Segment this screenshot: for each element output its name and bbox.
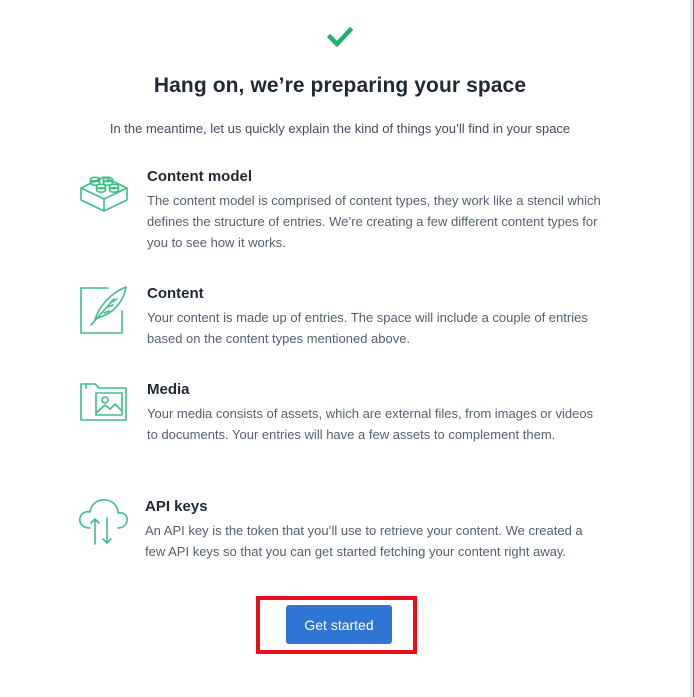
feature-description: Your content is made up of entries. The … bbox=[147, 310, 588, 346]
feather-icon bbox=[80, 286, 127, 334]
feature-text: Content model The content model is compr… bbox=[147, 168, 607, 253]
feature-description: An API key is the token that you’ll use … bbox=[145, 523, 583, 559]
feature-text: API keys An API key is the token that yo… bbox=[145, 498, 605, 562]
get-started-button[interactable]: Get started bbox=[286, 605, 392, 644]
cloud-sync-icon bbox=[79, 499, 128, 545]
feature-title: Content bbox=[147, 285, 204, 302]
feature-title: Media bbox=[147, 381, 190, 398]
feature-text: Content Your content is made up of entri… bbox=[147, 285, 607, 349]
onboarding-page: Hang on, we’re preparing your space In t… bbox=[0, 0, 694, 697]
page-subtitle: In the meantime, let us quickly explain … bbox=[109, 121, 571, 136]
blocks-icon bbox=[80, 176, 128, 212]
media-folder-icon bbox=[80, 383, 127, 421]
checkmark-icon bbox=[327, 26, 353, 48]
feature-description: The content model is comprised of conten… bbox=[147, 193, 601, 250]
feature-text: Media Your media consists of assets, whi… bbox=[147, 381, 607, 445]
feature-title: Content model bbox=[147, 168, 252, 185]
feature-description: Your media consists of assets, which are… bbox=[147, 406, 594, 442]
feature-title: API keys bbox=[145, 498, 208, 515]
page-title: Hang on, we’re preparing your space bbox=[153, 74, 527, 97]
